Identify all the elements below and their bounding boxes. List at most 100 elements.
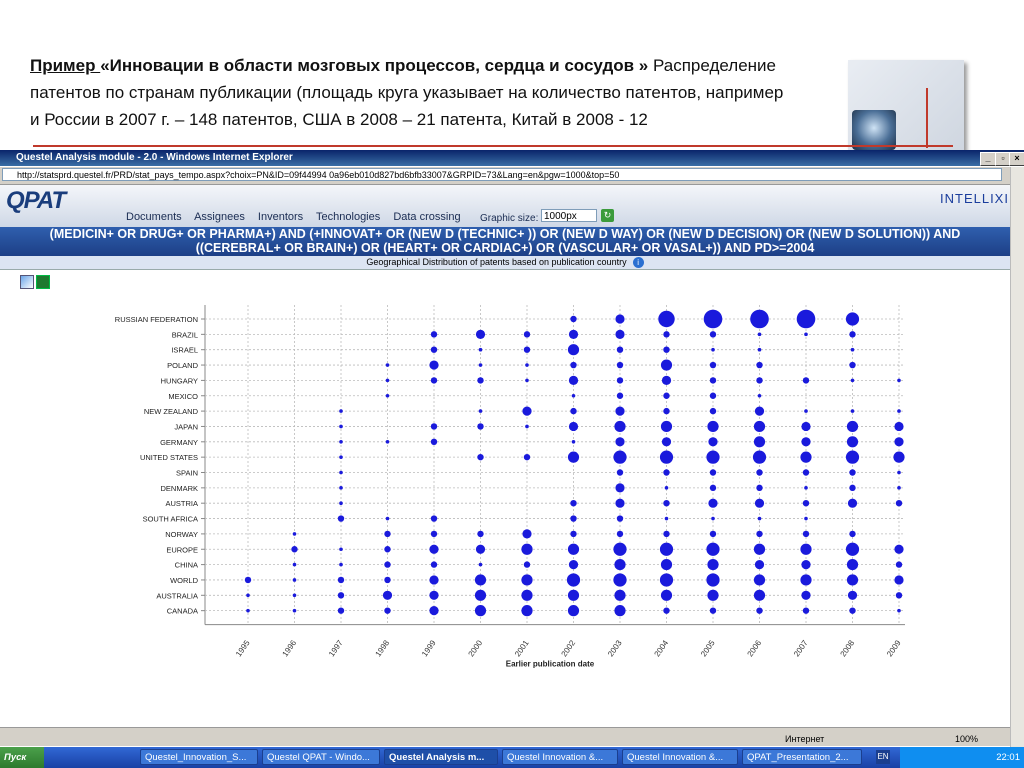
bubble-point[interactable] (474, 574, 487, 586)
bubble-point[interactable] (706, 450, 720, 464)
bubble-point[interactable] (850, 347, 855, 352)
bubble-point[interactable] (475, 329, 486, 339)
bubble-point[interactable] (384, 561, 391, 568)
bubble-point[interactable] (613, 573, 627, 587)
bubble-point[interactable] (895, 500, 903, 507)
bubble-point[interactable] (337, 576, 345, 584)
bubble-point[interactable] (897, 486, 901, 490)
bubble-point[interactable] (802, 377, 810, 384)
bubble-point[interactable] (897, 608, 901, 613)
bubble-point[interactable] (709, 331, 717, 338)
bubble-point[interactable] (570, 407, 577, 415)
bubble-point[interactable] (614, 605, 626, 617)
bubble-point[interactable] (337, 607, 345, 614)
bubble-point[interactable] (385, 440, 390, 444)
minimize-button[interactable]: _ (980, 152, 996, 166)
bubble-point[interactable] (339, 455, 343, 459)
bubble-point[interactable] (616, 361, 624, 369)
bubble-point[interactable] (802, 500, 810, 507)
bubble-point[interactable] (525, 378, 529, 383)
bubble-point[interactable] (616, 377, 624, 384)
bubble-point[interactable] (804, 516, 808, 521)
vertical-scrollbar[interactable] (1010, 167, 1024, 747)
bubble-point[interactable] (847, 498, 858, 508)
bubble-point[interactable] (659, 542, 674, 556)
bubble-point[interactable] (796, 309, 816, 329)
taskbar-item[interactable]: Questel Innovation &... (622, 749, 738, 765)
bubble-point[interactable] (291, 546, 298, 553)
bubble-point[interactable] (756, 607, 763, 614)
bubble-point[interactable] (615, 314, 625, 324)
bubble-point[interactable] (661, 375, 672, 385)
bubble-point[interactable] (567, 605, 580, 617)
bubble-point[interactable] (292, 532, 297, 536)
bubble-point[interactable] (709, 530, 717, 538)
bubble-point[interactable] (711, 347, 715, 352)
bubble-point[interactable] (614, 559, 626, 571)
bubble-point[interactable] (523, 331, 531, 338)
address-input[interactable]: http://statsprd.questel.fr/PRD/stat_pays… (2, 168, 1002, 181)
zoom-level[interactable]: 100% (955, 730, 978, 748)
bubble-point[interactable] (754, 560, 765, 570)
bubble-point[interactable] (523, 561, 531, 568)
bubble-point[interactable] (663, 407, 670, 415)
bubble-point[interactable] (846, 559, 859, 571)
bubble-point[interactable] (385, 378, 390, 383)
bubble-point[interactable] (894, 544, 904, 554)
menu-assignees[interactable]: Assignees (194, 211, 245, 223)
bubble-point[interactable] (570, 361, 577, 369)
bubble-point[interactable] (339, 440, 343, 444)
bubble-point[interactable] (663, 346, 670, 353)
excel-export-icon[interactable] (36, 275, 50, 289)
bubble-point[interactable] (382, 590, 393, 600)
bubble-point[interactable] (567, 589, 580, 601)
bubble-point[interactable] (478, 363, 483, 367)
bubble-point[interactable] (709, 361, 717, 369)
bubble-point[interactable] (570, 500, 577, 507)
bubble-point[interactable] (385, 516, 390, 521)
bubble-point[interactable] (894, 575, 904, 585)
bubble-point[interactable] (845, 450, 860, 464)
bubble-point[interactable] (802, 469, 810, 476)
bubble-point[interactable] (754, 406, 765, 416)
bubble-point[interactable] (525, 424, 529, 429)
bubble-point[interactable] (521, 543, 533, 555)
bubble-point[interactable] (709, 407, 717, 415)
bubble-point[interactable] (846, 420, 859, 433)
bubble-point[interactable] (708, 498, 718, 508)
bubble-point[interactable] (292, 578, 297, 582)
bubble-point[interactable] (384, 576, 391, 584)
bubble-point[interactable] (567, 543, 580, 555)
bubble-point[interactable] (661, 437, 672, 447)
bubble-point[interactable] (709, 469, 717, 476)
bubble-point[interactable] (711, 516, 715, 521)
bubble-point[interactable] (339, 409, 343, 413)
taskbar-item[interactable]: Questel_Innovation_S... (140, 749, 258, 765)
bubble-point[interactable] (757, 393, 762, 398)
bubble-point[interactable] (522, 529, 532, 539)
bubble-point[interactable] (429, 544, 439, 554)
bubble-point[interactable] (707, 559, 719, 571)
bubble-point[interactable] (660, 420, 673, 433)
bubble-point[interactable] (753, 436, 766, 448)
bubble-point[interactable] (337, 592, 345, 599)
bubble-point[interactable] (845, 312, 860, 326)
bubble-point[interactable] (800, 574, 812, 586)
bubble-point[interactable] (663, 607, 670, 614)
bubble-point[interactable] (663, 469, 670, 476)
bubble-point[interactable] (570, 530, 577, 538)
bubble-point[interactable] (567, 451, 580, 463)
bubble-point[interactable] (477, 530, 484, 538)
bubble-point[interactable] (521, 589, 533, 601)
bubble-point[interactable] (849, 361, 856, 369)
bubble-point[interactable] (339, 486, 343, 490)
bubble-point[interactable] (429, 606, 439, 616)
bubble-point[interactable] (568, 421, 579, 432)
bubble-point[interactable] (384, 607, 391, 614)
bubble-point[interactable] (756, 469, 763, 476)
bubble-point[interactable] (478, 409, 483, 413)
graphic-size-select[interactable]: 1000px (541, 209, 597, 222)
bubble-point[interactable] (897, 409, 901, 413)
bubble-point[interactable] (292, 593, 297, 598)
bubble-point[interactable] (753, 543, 766, 555)
